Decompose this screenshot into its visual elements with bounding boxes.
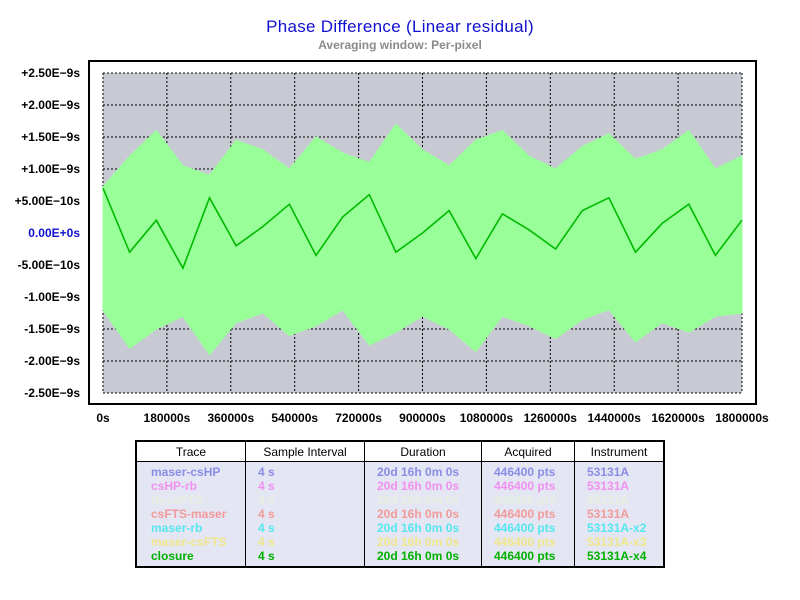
- phase-difference-chart: +2.50E−9s +2.00E−9s +1.50E−9s +1.00E−9s +5.0…: [15, 60, 769, 425]
- legend-row-maser-csHP: maser-csHP 4 s 20d 16h 0m 0s 446400 pts 5313…: [136, 461, 664, 479]
- legend-interval-cell: 4 s: [245, 535, 365, 549]
- x-tick-label: 1800000s: [715, 411, 769, 425]
- y-tick-label: -5.00E−10s: [18, 258, 81, 272]
- legend-acquired-cell: 446400 pts: [481, 493, 575, 507]
- legend-instrument-cell: 53131A: [574, 461, 664, 479]
- legend-trace-cell: rb-csFTS: [151, 493, 204, 507]
- legend-acquired-cell: 446400 pts: [481, 461, 575, 479]
- y-tick-label: -1.00E−9s: [24, 290, 80, 304]
- legend-duration-cell: 20d 16h 0m 0s: [364, 479, 482, 493]
- legend-trace-cell: maser-csHP: [151, 465, 221, 479]
- y-tick-label: +2.50E−9s: [21, 66, 80, 80]
- legend-interval-cell: 4 s: [245, 461, 365, 479]
- y-axis-tick-labels: +2.50E−9s +2.00E−9s +1.50E−9s +1.00E−9s +5.0…: [15, 66, 81, 400]
- legend-instrument-cell: 53131A-x4: [574, 549, 664, 567]
- x-tick-label: 900000s: [399, 411, 446, 425]
- legend-duration-cell: 20d 16h 0m 0s: [364, 493, 482, 507]
- legend-row-maser-csFTS: maser-csFTS 4 s 20d 16h 0m 0s 446400 pts 531…: [136, 535, 664, 549]
- legend-header-instrument: Instrument: [574, 440, 665, 462]
- legend-header-row: Trace Sample Interval Duration Acquired …: [135, 440, 665, 462]
- y-tick-label: +5.00E−10s: [15, 194, 81, 208]
- y-tick-label: +1.00E−9s: [21, 162, 80, 176]
- legend-body: maser-csHP 4 s 20d 16h 0m 0s 446400 pts 5313…: [136, 461, 664, 567]
- x-axis-tick-labels: 0s 180000s 360000s 540000s 720000s 900000s 108…: [96, 411, 769, 425]
- legend-row-csHP-rb: csHP-rb 4 s 20d 16h 0m 0s 446400 pts 53131A: [136, 479, 664, 493]
- legend-acquired-cell: 446400 pts: [481, 479, 575, 493]
- y-tick-label: -1.50E−9s: [24, 322, 80, 336]
- legend-trace-cell: maser-rb: [151, 521, 203, 535]
- legend-acquired-cell: 446400 pts: [481, 535, 575, 549]
- x-tick-label: 540000s: [271, 411, 318, 425]
- legend-trace-cell: closure: [151, 549, 194, 563]
- legend-duration-cell: 20d 16h 0m 0s: [364, 535, 482, 549]
- legend-acquired-cell: 446400 pts: [481, 507, 575, 521]
- legend-instrument-cell: 53131A: [574, 507, 664, 521]
- legend-instrument-cell: 53131A-x3: [574, 535, 664, 549]
- legend-header-trace: Trace: [135, 440, 246, 462]
- y-tick-label: -2.50E−9s: [24, 386, 80, 400]
- legend-header-acquired: Acquired: [481, 440, 575, 462]
- legend-instrument-cell: 53131A: [574, 493, 664, 507]
- x-tick-label: 1620000s: [651, 411, 705, 425]
- legend-interval-cell: 4 s: [245, 549, 365, 567]
- x-tick-label: 1260000s: [524, 411, 578, 425]
- legend-interval-cell: 4 s: [245, 479, 365, 493]
- legend-interval-cell: 4 s: [245, 521, 365, 535]
- x-tick-label: 180000s: [144, 411, 191, 425]
- y-tick-label: +1.50E−9s: [21, 130, 80, 144]
- legend-row-maser-rb: maser-rb 4 s 20d 16h 0m 0s 446400 pts 53131A…: [136, 521, 664, 535]
- legend-duration-cell: 20d 16h 0m 0s: [364, 521, 482, 535]
- legend-header-interval: Sample Interval: [245, 440, 365, 462]
- legend-row-rb-csFTS: rb-csFTS 4 s 20d 16h 0m 0s 446400 pts 53131A: [136, 493, 664, 507]
- y-tick-label: -2.00E−9s: [24, 354, 80, 368]
- legend-acquired-cell: 446400 pts: [481, 549, 575, 567]
- legend-trace-cell: csFTS-maser: [151, 507, 227, 521]
- x-tick-label: 360000s: [207, 411, 254, 425]
- legend-duration-cell: 20d 16h 0m 0s: [364, 507, 482, 521]
- legend-header-duration: Duration: [364, 440, 482, 462]
- x-tick-label: 720000s: [335, 411, 382, 425]
- legend-instrument-cell: 53131A: [574, 479, 664, 493]
- legend-duration-cell: 20d 16h 0m 0s: [364, 549, 482, 567]
- legend-row-closure: closure 4 s 20d 16h 0m 0s 446400 pts 53131A-…: [136, 549, 664, 567]
- legend-instrument-cell: 53131A-x2: [574, 521, 664, 535]
- legend-interval-cell: 4 s: [245, 493, 365, 507]
- legend-trace-cell: csHP-rb: [151, 479, 198, 493]
- legend-trace-cell: maser-csFTS: [151, 535, 227, 549]
- x-tick-label: 1440000s: [588, 411, 642, 425]
- x-tick-label: 1080000s: [460, 411, 514, 425]
- trace-legend-table: Trace Sample Interval Duration Acquired …: [135, 440, 665, 568]
- y-tick-label: 0.00E+0s: [28, 226, 80, 240]
- legend-duration-cell: 20d 16h 0m 0s: [364, 461, 482, 479]
- legend-acquired-cell: 446400 pts: [481, 521, 575, 535]
- x-tick-label: 0s: [96, 411, 110, 425]
- legend-interval-cell: 4 s: [245, 507, 365, 521]
- legend-row-csFTS-maser: csFTS-maser 4 s 20d 16h 0m 0s 446400 pts 531…: [136, 507, 664, 521]
- y-tick-label: +2.00E−9s: [21, 98, 80, 112]
